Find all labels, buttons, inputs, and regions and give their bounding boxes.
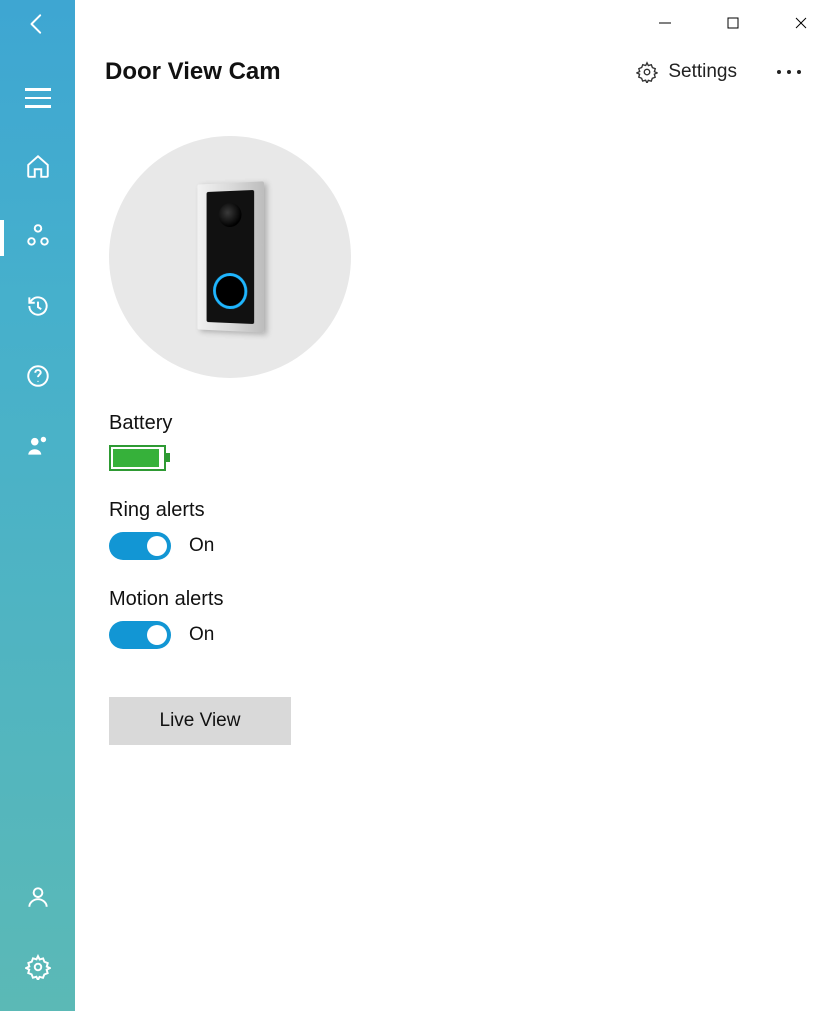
battery-label: Battery — [109, 412, 805, 435]
gear-icon — [636, 61, 658, 83]
close-icon — [794, 16, 808, 30]
gear-icon — [25, 954, 51, 985]
content: Battery Ring alerts On Motion alerts On … — [75, 86, 835, 745]
menu-button[interactable] — [0, 74, 75, 122]
nav-history[interactable] — [0, 284, 75, 332]
window-maximize-button[interactable] — [699, 0, 767, 46]
neighbors-icon — [25, 433, 51, 464]
window-titlebar — [75, 0, 835, 46]
live-view-label: Live View — [160, 710, 241, 732]
page-header: Door View Cam Settings — [75, 46, 835, 86]
ring-alerts-label: Ring alerts — [109, 499, 805, 522]
window-minimize-button[interactable] — [631, 0, 699, 46]
motion-alerts-toggle[interactable] — [109, 621, 171, 649]
history-icon — [25, 293, 51, 324]
more-button[interactable] — [771, 64, 807, 80]
dot-icon — [797, 70, 801, 74]
nav-app-settings[interactable] — [0, 945, 75, 993]
sidebar-bottom-group — [0, 875, 75, 993]
devices-icon — [25, 223, 51, 254]
toggle-knob — [147, 625, 167, 645]
motion-alerts-state: On — [189, 624, 214, 646]
live-view-button[interactable]: Live View — [109, 697, 291, 745]
nav-account[interactable] — [0, 875, 75, 923]
battery-fill — [113, 449, 159, 467]
hamburger-icon — [25, 88, 51, 108]
ring-alerts-state: On — [189, 535, 214, 557]
device-image — [109, 136, 351, 378]
window-close-button[interactable] — [767, 0, 835, 46]
nav-devices[interactable] — [0, 214, 75, 262]
dot-icon — [787, 70, 791, 74]
nav-neighbors[interactable] — [0, 424, 75, 472]
ring-alerts-toggle[interactable] — [109, 532, 171, 560]
help-icon — [25, 363, 51, 394]
back-button[interactable] — [0, 0, 75, 52]
motion-alerts-label: Motion alerts — [109, 588, 805, 611]
arrow-left-icon — [25, 11, 51, 42]
sidebar — [0, 0, 75, 1011]
minimize-icon — [658, 16, 672, 30]
user-icon — [25, 884, 51, 915]
settings-button[interactable]: Settings — [636, 61, 737, 83]
toggle-knob — [147, 536, 167, 556]
nav-help[interactable] — [0, 354, 75, 402]
ring-alerts-row: On — [109, 532, 805, 560]
battery-indicator — [109, 445, 166, 471]
sidebar-top-group — [0, 0, 75, 472]
dot-icon — [777, 70, 781, 74]
motion-alerts-row: On — [109, 621, 805, 649]
settings-label: Settings — [668, 61, 737, 83]
page-title: Door View Cam — [105, 58, 281, 86]
main-area: Door View Cam Settings Battery Ring aler… — [75, 0, 835, 1011]
home-icon — [25, 153, 51, 184]
nav-home[interactable] — [0, 144, 75, 192]
maximize-icon — [726, 16, 740, 30]
doorbell-illustration — [197, 181, 264, 332]
